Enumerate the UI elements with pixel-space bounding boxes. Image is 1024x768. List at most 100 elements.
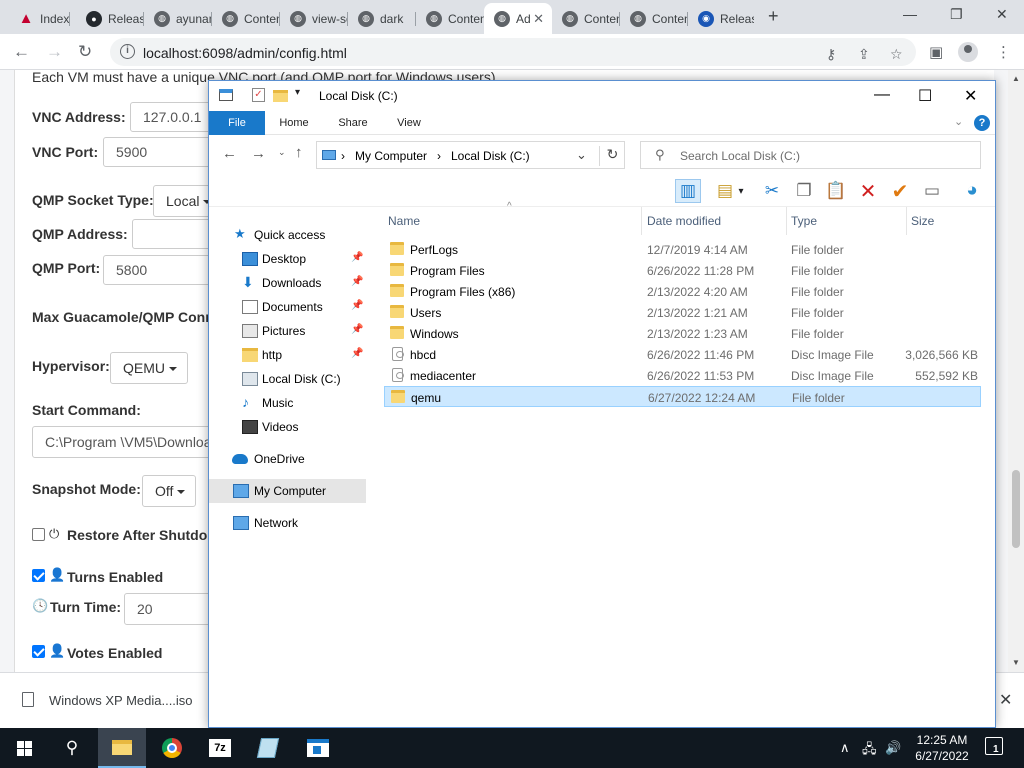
- address-bar[interactable]: i localhost:6098/admin/config.html ⚷ ⇪ ☆: [110, 38, 916, 66]
- help-icon[interactable]: ?: [974, 115, 990, 131]
- column-header-type[interactable]: Type: [787, 207, 907, 235]
- taskbar-app-window[interactable]: [294, 728, 342, 768]
- back-button[interactable]: ←: [13, 42, 30, 62]
- nav-item-desktop[interactable]: Desktop 📌: [209, 247, 366, 271]
- tab-ayunami[interactable]: ◍ ayunami: [144, 3, 212, 34]
- start-button[interactable]: [0, 728, 48, 768]
- nav-item-local-disk[interactable]: Local Disk (C:): [209, 367, 366, 391]
- file-row[interactable]: Program Files 6/26/2022 11:28 PM File fo…: [384, 260, 981, 281]
- tab-contents-2[interactable]: ◍ Contents: [416, 3, 484, 34]
- paste-icon[interactable]: 📋: [823, 179, 849, 203]
- quick-access-dropdown-icon[interactable]: ▾: [295, 87, 300, 98]
- restore-button[interactable]: ❐: [950, 6, 963, 23]
- nav-item-pictures[interactable]: Pictures 📌: [209, 319, 366, 343]
- taskbar-7zip[interactable]: 7z: [196, 728, 244, 768]
- restore-after-shutdown-checkbox[interactable]: [32, 528, 45, 541]
- download-item[interactable]: Windows XP Media....iso: [49, 693, 193, 708]
- scroll-up-arrow-icon[interactable]: ▲: [1012, 74, 1020, 83]
- nav-item-quick-access[interactable]: ★ Quick access: [209, 223, 366, 247]
- preview-pane-button[interactable]: ▥: [675, 179, 701, 203]
- file-row[interactable]: Users 2/13/2022 1:21 AM File folder: [384, 302, 981, 323]
- ribbon-expand-chevron-icon[interactable]: ⌄: [954, 115, 963, 128]
- bookmark-star-icon[interactable]: ☆: [890, 46, 903, 63]
- start-command-input[interactable]: C:\Program \VM5\Downloa: [32, 426, 222, 458]
- hypervisor-select[interactable]: QEMU: [110, 352, 188, 384]
- network-tray-icon[interactable]: 🖧: [862, 740, 877, 762]
- properties-icon[interactable]: ✓: [252, 88, 265, 102]
- ribbon-tab-share[interactable]: Share: [331, 111, 375, 135]
- column-header-date-modified[interactable]: Date modified: [643, 207, 787, 235]
- explorer-back-button[interactable]: ←: [222, 145, 237, 162]
- view-options-dropdown-icon[interactable]: ▾: [734, 179, 748, 203]
- breadcrumb-local-disk[interactable]: Local Disk (C:): [451, 149, 530, 163]
- copy-icon[interactable]: ❐: [791, 179, 817, 203]
- explorer-forward-button[interactable]: →: [251, 145, 266, 162]
- explorer-minimize-button[interactable]: —: [874, 86, 890, 104]
- explorer-search-box[interactable]: ⚲ Search Local Disk (C:): [640, 141, 981, 169]
- explorer-maximize-button[interactable]: ☐: [918, 86, 932, 106]
- pin-icon[interactable]: 📌: [351, 324, 363, 335]
- site-info-icon[interactable]: i: [120, 44, 135, 59]
- breadcrumb-separator-icon[interactable]: ›: [341, 149, 345, 163]
- nav-item-music[interactable]: ♪ Music: [209, 391, 366, 415]
- explorer-address-bar[interactable]: › My Computer › Local Disk (C:) ⌄ ↻: [316, 141, 625, 169]
- tab-view-source[interactable]: ◍ view-source: [280, 3, 348, 34]
- pin-icon[interactable]: 📌: [351, 252, 363, 263]
- address-dropdown-chevron-icon[interactable]: ⌄: [576, 147, 587, 163]
- file-row[interactable]: PerfLogs 12/7/2019 4:14 AM File folder: [384, 239, 981, 260]
- close-download-shelf-icon[interactable]: ✕: [999, 690, 1012, 710]
- snapshot-mode-select[interactable]: Off: [142, 475, 196, 507]
- up-folder-button[interactable]: ↑: [295, 144, 303, 161]
- share-icon[interactable]: ⇪: [858, 46, 870, 63]
- minimize-button[interactable]: —: [903, 6, 917, 22]
- checkmark-icon[interactable]: ✔: [887, 179, 913, 203]
- menu-dots-icon[interactable]: ⋮: [996, 43, 1011, 61]
- vnc-address-input[interactable]: 127.0.0.1: [130, 102, 220, 132]
- votes-enabled-checkbox[interactable]: [32, 645, 45, 658]
- taskbar-file-explorer[interactable]: [98, 728, 146, 768]
- nav-item-network[interactable]: Network: [209, 511, 366, 535]
- column-header-size[interactable]: Size: [907, 207, 985, 235]
- file-row[interactable]: Program Files (x86) 2/13/2022 4:20 AM Fi…: [384, 281, 981, 302]
- pin-icon[interactable]: 📌: [351, 348, 363, 359]
- nav-item-downloads[interactable]: ⬇ Downloads 📌: [209, 271, 366, 295]
- tab-contents-1[interactable]: ◍ Contents: [212, 3, 280, 34]
- file-row[interactable]: mediacenter 6/26/2022 11:53 PM Disc Imag…: [384, 365, 981, 386]
- turns-enabled-checkbox[interactable]: [32, 569, 45, 582]
- nav-item-documents[interactable]: Documents 📌: [209, 295, 366, 319]
- vnc-port-input[interactable]: 5900: [103, 137, 223, 167]
- column-header-name[interactable]: Name: [384, 207, 642, 235]
- show-hidden-icons-chevron[interactable]: ∧: [840, 740, 850, 756]
- reload-button[interactable]: ↻: [78, 42, 92, 62]
- profile-avatar[interactable]: [958, 42, 978, 62]
- taskbar-chrome[interactable]: [148, 728, 196, 768]
- ribbon-tab-view[interactable]: View: [389, 111, 429, 135]
- cut-icon[interactable]: ✂: [759, 179, 785, 203]
- shell-globe-icon[interactable]: ◕: [959, 179, 985, 203]
- nav-item-http[interactable]: http 📌: [209, 343, 366, 367]
- file-row-selected[interactable]: qemu 6/27/2022 12:24 AM File folder: [384, 386, 981, 407]
- file-row[interactable]: Windows 2/13/2022 1:23 AM File folder: [384, 323, 981, 344]
- tab-releases-2[interactable]: ◉ Releases: [688, 3, 754, 34]
- ribbon-tab-home[interactable]: Home: [273, 111, 315, 135]
- page-scrollbar[interactable]: ▲ ▼: [1008, 70, 1024, 672]
- nav-item-onedrive[interactable]: OneDrive: [209, 447, 366, 471]
- tab-index[interactable]: ▲ Index: [8, 3, 70, 34]
- delete-icon[interactable]: ✕: [855, 179, 881, 203]
- breadcrumb-separator-icon[interactable]: ›: [437, 149, 441, 163]
- ribbon-tab-file[interactable]: File: [209, 111, 265, 135]
- new-tab-button[interactable]: +: [768, 6, 779, 27]
- qmp-port-input[interactable]: 5800: [103, 255, 223, 285]
- tab-contents-4[interactable]: ◍ Contents: [620, 3, 688, 34]
- volume-tray-icon[interactable]: 🔊: [885, 740, 901, 756]
- close-button[interactable]: ✕: [996, 6, 1008, 23]
- taskbar-app-notepad[interactable]: [244, 728, 292, 768]
- key-icon[interactable]: ⚷: [826, 46, 836, 63]
- new-folder-quick-icon[interactable]: [273, 90, 288, 102]
- explorer-close-button[interactable]: ✕: [964, 86, 977, 106]
- file-row[interactable]: hbcd 6/26/2022 11:46 PM Disc Image File …: [384, 344, 981, 365]
- close-tab-icon[interactable]: ✕: [533, 11, 544, 27]
- tab-dark[interactable]: ◍ dark: [348, 3, 416, 34]
- nav-item-videos[interactable]: Videos: [209, 415, 366, 439]
- nav-item-my-computer[interactable]: My Computer: [209, 479, 366, 503]
